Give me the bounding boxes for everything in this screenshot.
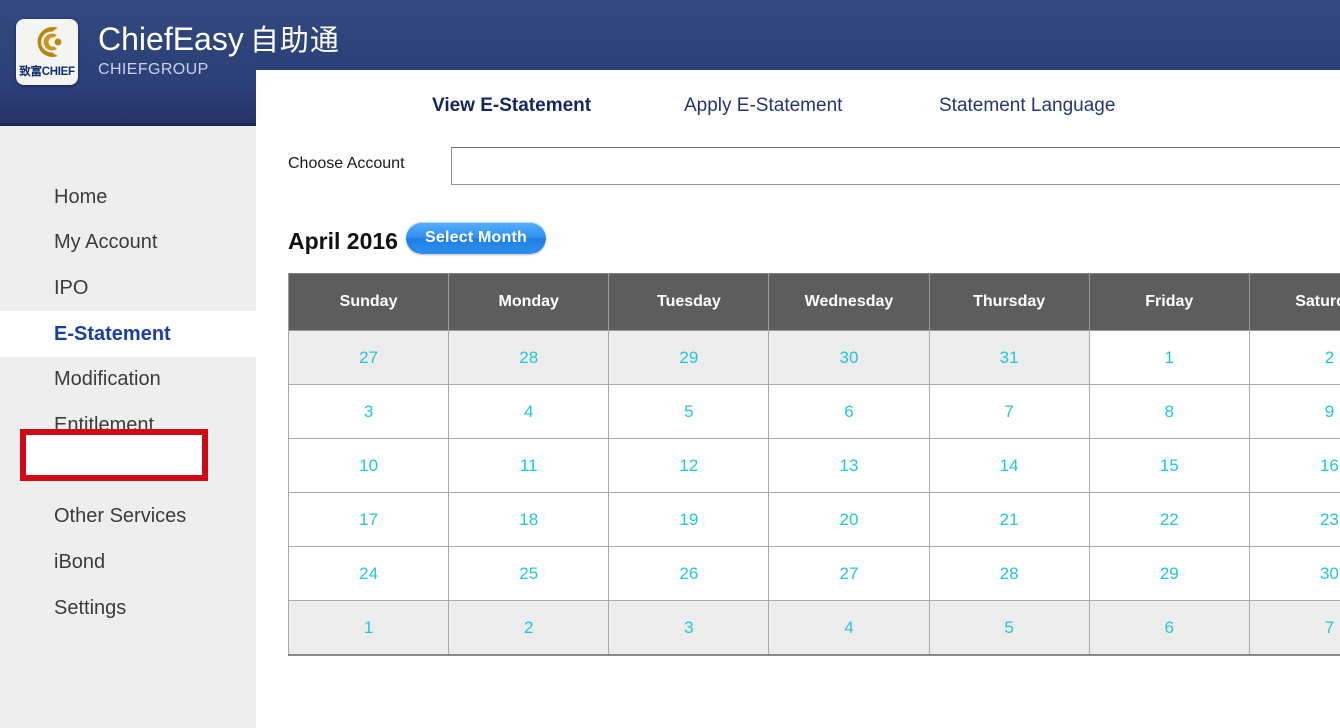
calendar-day-cell[interactable]: 6 [1088,600,1250,656]
calendar-day-cell[interactable]: 11 [448,438,610,493]
calendar-day-cell[interactable]: 7 [928,384,1090,439]
calendar-day-cell[interactable]: 2 [1248,330,1340,385]
sidebar-item-ibond[interactable]: iBond [0,539,256,585]
calendar-day-cell[interactable]: 12 [608,438,770,493]
calendar-day-cell[interactable]: 9 [1248,384,1340,439]
calendar-day-cell[interactable]: 5 [608,384,770,439]
calendar-day-cell[interactable]: 28 [448,330,610,385]
calendar-day-cell[interactable]: 8 [1088,384,1250,439]
calendar-day-cell[interactable]: 25 [448,546,610,601]
calendar-day-cell[interactable]: 28 [928,546,1090,601]
chief-logo: 致富CHIEF [16,19,78,85]
calendar-day-cell[interactable]: 22 [1088,492,1250,547]
app-title-cjk: 自助通 [249,25,340,57]
sidebar-item-e-statement[interactable]: E-Statement [0,311,256,357]
sidebar: Home My Account IPO E-Statement Modifica… [0,126,256,728]
calendar-day-cell[interactable]: 15 [1088,438,1250,493]
choose-account-label: Choose Account [288,155,405,172]
calendar-day-cell[interactable]: 30 [768,330,930,385]
calendar-day-cell[interactable]: 31 [928,330,1090,385]
calendar-week-row: 10 11 12 13 14 15 16 [287,438,1340,493]
tab-bar: View E-Statement Apply E-Statement State… [255,92,1340,132]
calendar-body: 27 28 29 30 31 1 2 3 4 5 6 7 8 9 10 11 12 13 14 15 16 17 18 19 2… [287,330,1340,656]
chief-logo-wordmark: 致富CHIEF [19,66,75,78]
calendar-day-cell[interactable]: 24 [287,546,450,601]
calendar-day-cell[interactable]: 21 [928,492,1090,547]
sidebar-item-home[interactable]: Home [0,174,256,220]
calendar-day-cell[interactable]: 16 [1248,438,1340,493]
active-item-red-highlight-box [20,429,208,481]
calendar-header: Sunday Monday Tuesday Wednesday Thursday… [287,273,1340,331]
weekday-header-friday: Friday [1088,273,1250,331]
calendar-day-cell[interactable]: 27 [287,330,450,385]
calendar-day-cell[interactable]: 29 [1088,546,1250,601]
sidebar-item-modification[interactable]: Modification [0,356,256,402]
calendar-week-row: 1234567 [287,600,1340,656]
calendar-week-row: 17 18 19 20 21 22 23 [287,492,1340,547]
weekday-header-tuesday: Tuesday [608,273,770,331]
calendar-day-cell[interactable]: 1 [1088,330,1250,385]
calendar-day-cell[interactable]: 3 [287,384,450,439]
app-title-latin: ChiefEasy [98,21,244,57]
main-content-panel: View E-Statement Apply E-Statement State… [255,70,1340,728]
calendar-day-cell[interactable]: 2 [448,600,610,656]
calendar-day-cell[interactable]: 27 [768,546,930,601]
choose-account-input[interactable] [451,147,1340,185]
calendar-day-cell[interactable]: 14 [928,438,1090,493]
weekday-header-saturday: Saturday [1248,273,1340,331]
sidebar-item-settings[interactable]: Settings [0,585,256,631]
calendar-day-cell[interactable]: 1 [287,600,450,656]
calendar-day-cell[interactable]: 4 [448,384,610,439]
weekday-header-thursday: Thursday [928,273,1090,331]
app-title: ChiefEasy 自助通 [98,20,340,60]
calendar-day-cell[interactable]: 17 [287,492,450,547]
current-month-label: April 2016 [288,228,398,254]
calendar-week-row: 24 25 26 27 28 29 30 [287,546,1340,601]
sidebar-item-my-account[interactable]: My Account [0,219,256,265]
calendar-week-row: 27 28 29 30 31 1 2 [287,330,1340,385]
app-subtitle: CHIEFGROUP [98,61,209,78]
calendar-day-cell[interactable]: 30 [1248,546,1340,601]
calendar-day-cell[interactable]: 6 [768,384,930,439]
tab-statement-language[interactable]: Statement Language [939,92,1115,120]
calendar-day-cell[interactable]: 3 [608,600,770,656]
tab-view-e-statement[interactable]: View E-Statement [432,92,591,120]
calendar-day-cell[interactable]: 18 [448,492,610,547]
calendar-day-cell[interactable]: 10 [287,438,450,493]
calendar-day-cell[interactable]: 29 [608,330,770,385]
calendar-table: Sunday Monday Tuesday Wednesday Thursday… [287,273,1340,656]
sidebar-item-ipo[interactable]: IPO [0,265,256,311]
weekday-header-sunday: Sunday [287,273,450,331]
calendar-day-cell[interactable]: 7 [1248,600,1340,656]
calendar-day-cell[interactable]: 19 [608,492,770,547]
weekday-header-monday: Monday [448,273,610,331]
select-month-button[interactable]: Select Month [406,222,546,254]
chief-spiral-logo-icon [37,27,62,57]
sidebar-item-other-services[interactable]: Other Services [0,493,256,539]
calendar-weekday-row: Sunday Monday Tuesday Wednesday Thursday… [287,273,1340,331]
brand-text-block: ChiefEasy 自助通 CHIEFGROUP [98,20,340,80]
calendar-day-cell[interactable]: 20 [768,492,930,547]
calendar-day-cell[interactable]: 13 [768,438,930,493]
tab-apply-e-statement[interactable]: Apply E-Statement [684,92,842,120]
calendar-day-cell[interactable]: 23 [1248,492,1340,547]
calendar-day-cell[interactable]: 5 [928,600,1090,656]
weekday-header-wednesday: Wednesday [768,273,930,331]
calendar-day-cell[interactable]: 4 [768,600,930,656]
calendar-day-cell[interactable]: 26 [608,546,770,601]
calendar-week-row: 3456789 [287,384,1340,439]
